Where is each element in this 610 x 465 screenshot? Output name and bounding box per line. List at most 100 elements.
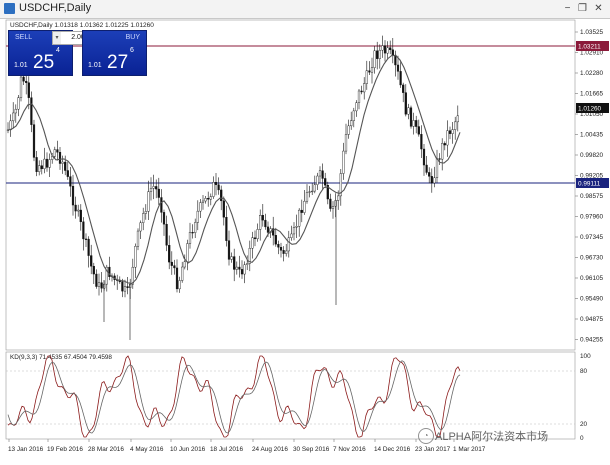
- candle-body: [313, 184, 316, 192]
- watermark: ALPHA阿尔法资本市场: [435, 431, 549, 443]
- candle-body: [14, 108, 17, 114]
- candle-body: [162, 212, 166, 225]
- price-tick-label: 0.96730: [580, 255, 604, 262]
- chart-icon: [4, 3, 15, 14]
- candle-body: [264, 219, 267, 228]
- close-button[interactable]: ✕: [592, 2, 605, 15]
- lot-decrease-arrow-icon[interactable]: ▾: [53, 32, 61, 44]
- candle-body: [451, 129, 454, 134]
- candle-body: [238, 266, 241, 270]
- candle-body: [363, 83, 366, 93]
- candle-body: [402, 84, 405, 93]
- candle-body: [222, 200, 225, 218]
- candle-body: [155, 186, 158, 190]
- kd-tick-label: 80: [580, 368, 588, 375]
- upper-level-tag: 1.03211: [576, 41, 609, 51]
- candle-body: [139, 222, 142, 232]
- candle-body: [391, 49, 394, 56]
- candle-body: [415, 120, 418, 127]
- candle-body: [376, 50, 379, 59]
- buy-button[interactable]: BUY 1.01 27 6: [82, 30, 147, 76]
- price-tick-label: 1.00435: [580, 132, 604, 139]
- candle-body: [233, 256, 236, 270]
- candle-body: [342, 150, 345, 174]
- candle-body: [311, 190, 314, 193]
- kd-tick-label: 0: [580, 435, 584, 442]
- candle-body: [407, 107, 410, 115]
- buy-price-prefix: 1.01: [88, 62, 102, 69]
- candle-body: [58, 152, 62, 164]
- candle-body: [438, 158, 441, 160]
- candle-body: [373, 50, 376, 68]
- buy-price-sup: 6: [130, 47, 134, 54]
- candle-body: [443, 143, 446, 146]
- candle-body: [357, 90, 361, 103]
- candle-body: [149, 188, 153, 192]
- candle-body: [87, 238, 90, 256]
- candle-body: [246, 263, 249, 265]
- candle-body: [95, 273, 98, 287]
- candle-body: [97, 282, 101, 287]
- candle-body: [298, 209, 301, 227]
- candle-body: [420, 134, 423, 150]
- candle-body: [79, 209, 82, 223]
- candle-body: [383, 45, 387, 54]
- candle-body: [207, 198, 210, 200]
- candle-body: [428, 172, 431, 177]
- candle-body: [318, 170, 322, 177]
- minimize-button[interactable]: −: [561, 2, 574, 15]
- price-tick-label: 0.97960: [580, 214, 604, 221]
- candle-body: [251, 237, 254, 249]
- chart-window: USDCHF,Daily 1.01318 1.01362 1.01225 1.0…: [0, 0, 610, 465]
- candle-body: [305, 192, 309, 202]
- candle-body: [121, 281, 124, 292]
- candle-body: [292, 227, 296, 235]
- candle-body: [277, 243, 280, 248]
- candle-body: [209, 196, 212, 200]
- price-tick-label: 0.95490: [580, 296, 604, 303]
- candle-body: [168, 245, 171, 263]
- candle-body: [274, 235, 277, 245]
- candle-body: [194, 222, 197, 233]
- candle-body: [243, 264, 246, 275]
- current-price-tag: 1.01260: [576, 103, 609, 113]
- candle-body: [240, 269, 244, 275]
- candle-body: [259, 215, 262, 230]
- candle-body: [435, 158, 439, 179]
- candle-body: [196, 210, 199, 223]
- upper-level-label: 1.03211: [578, 44, 601, 51]
- candle-body: [225, 217, 228, 241]
- title-bar[interactable]: USDCHF,Daily − ❐ ✕: [0, 0, 610, 19]
- candle-body: [352, 110, 355, 121]
- candle-body: [430, 176, 433, 184]
- candle-body: [134, 246, 137, 268]
- candle-body: [399, 71, 402, 86]
- candle-body: [147, 191, 150, 212]
- candle-body: [417, 126, 420, 135]
- candle-body: [38, 165, 41, 172]
- candle-body: [157, 188, 160, 198]
- candle-body: [90, 255, 93, 267]
- restore-button[interactable]: ❐: [576, 2, 589, 15]
- sell-label: SELL: [15, 34, 33, 41]
- candle-body: [227, 240, 231, 260]
- candle-body: [123, 286, 127, 292]
- time-tick-label: 28 Mar 2016: [88, 446, 124, 453]
- candle-body: [152, 186, 155, 189]
- sell-price-sup: 4: [56, 47, 60, 54]
- candle-body: [64, 161, 67, 171]
- candle-body: [217, 184, 220, 191]
- candle-body: [285, 250, 288, 254]
- candle-body: [175, 267, 179, 290]
- price-tick-label: 0.94255: [580, 337, 604, 344]
- sell-price-big: 25: [33, 52, 55, 73]
- candle-body: [448, 130, 452, 134]
- time-tick-label: 10 Jun 2016: [170, 446, 206, 453]
- candle-body: [43, 158, 46, 170]
- candle-body: [344, 134, 348, 152]
- symbol-info: USDCHF,Daily 1.01318 1.01362 1.01225 1.0…: [10, 22, 154, 29]
- candle-body: [66, 170, 69, 177]
- time-tick-label: 18 Jul 2016: [210, 446, 243, 453]
- candle-body: [404, 92, 407, 115]
- candle-body: [266, 226, 270, 233]
